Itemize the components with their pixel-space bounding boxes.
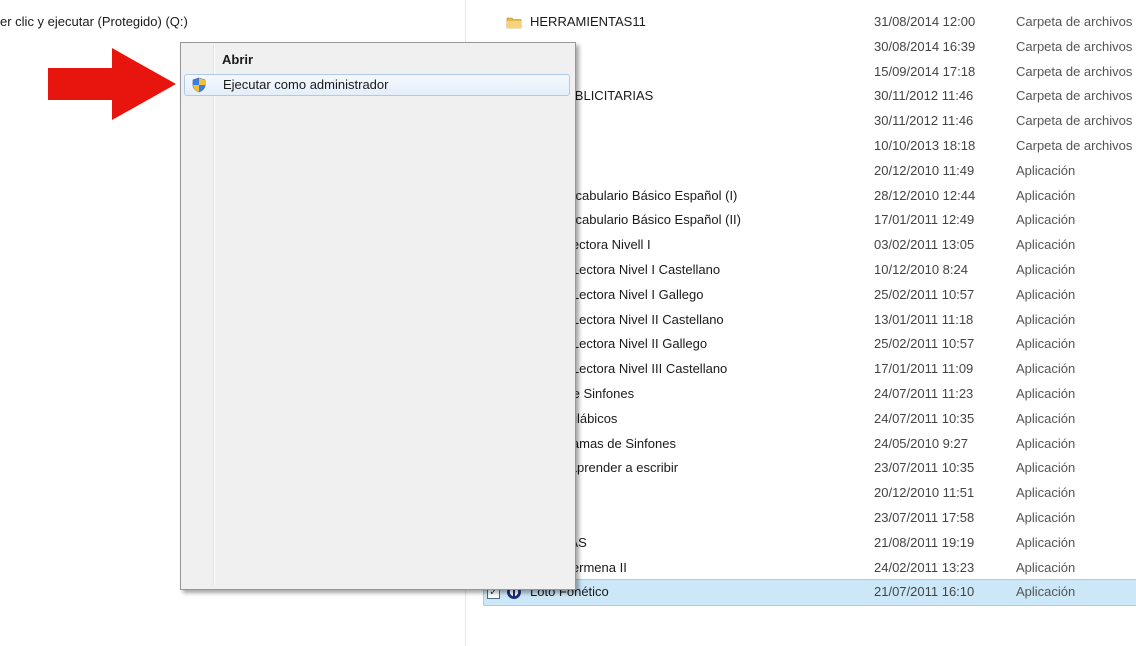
file-row[interactable]: 20/12/2010 11:51 Aplicación — [484, 481, 1136, 506]
file-type: Aplicación — [1016, 237, 1076, 253]
menu-icon-gutter — [213, 45, 215, 585]
file-row[interactable]: ición Vocabulario Básico Español (II) 17/… — [484, 208, 1136, 233]
file-row[interactable]: ✓ Loto Fonético 21/07/2011 16:10 Aplicación — [483, 579, 1136, 607]
file-row[interactable]: s para aprender a escribir 23/07/2011 10:… — [484, 456, 1136, 481]
file-date: 17/01/2011 11:09 — [874, 361, 974, 377]
file-type: Aplicación — [1016, 261, 1076, 277]
file-row[interactable]: ensión Lectora Nivel II Castellano 13/01/… — [484, 308, 1136, 333]
menu-item-label: Abrir — [222, 52, 254, 67]
file-type: Aplicación — [1016, 361, 1076, 377]
file-row[interactable]: ensión Lectora Nivel I Castellano 10/12/2… — [484, 258, 1136, 283]
file-date: 10/12/2010 8:24 — [874, 261, 968, 277]
file-row[interactable]: ensión Lectora Nivel III Castellano 17/01… — [484, 357, 1136, 382]
file-type: Aplicación — [1016, 559, 1076, 575]
file-date: 25/02/2011 10:57 — [874, 286, 975, 302]
file-type: Carpeta de archivos — [1016, 14, 1133, 29]
file-type: Aplicación — [1016, 435, 1076, 451]
file-date: 23/07/2011 17:58 — [874, 509, 975, 525]
file-row[interactable]: ALES15/09/2014 17:18Carpeta de archivos — [484, 60, 1136, 85]
file-type: Carpeta de archivos — [1016, 137, 1133, 153]
file-type: Aplicación — [1016, 162, 1076, 178]
menu-item-abrir[interactable]: Abrir — [184, 49, 570, 71]
uac-shield-icon — [191, 77, 207, 93]
file-row[interactable]: Crucigramas de Sinfones 24/05/2010 9:27 Ap… — [484, 432, 1136, 457]
file-row[interactable]: HERRAMIENTAS11 31/08/2014 12:00 Carpeta de… — [484, 10, 1136, 35]
file-row[interactable]: ición Vocabulario Básico Español (I) 28/1… — [484, 184, 1136, 209]
file-type: Aplicación — [1016, 509, 1076, 525]
file-row[interactable]: ADES10/10/2013 18:18Carpeta de archivos — [484, 134, 1136, 159]
file-date: 24/02/2011 13:23 — [874, 559, 975, 575]
file-date: 17/01/2011 12:49 — [874, 212, 975, 228]
file-date: 30/08/2014 16:39 — [874, 38, 976, 54]
red-arrow-annotation — [48, 48, 178, 120]
file-date: 20/12/2010 11:49 — [874, 162, 975, 178]
file-date: 03/02/2011 13:05 — [874, 237, 975, 253]
file-date: 20/12/2010 11:51 — [874, 485, 975, 501]
file-type: Carpeta de archivos — [1016, 63, 1133, 79]
file-row[interactable]: amas de Sinfones 24/07/2011 11:23 Aplicaci… — [484, 382, 1136, 407]
file-type: Aplicación — [1016, 584, 1076, 600]
file-date: 25/02/2011 10:57 — [874, 336, 975, 352]
file-row[interactable]: ensión Lectora Nivel II Gallego 25/02/201… — [484, 332, 1136, 357]
file-type: Carpeta de archivos — [1016, 88, 1133, 104]
folder-path-title: er clic y ejecutar (Protegido) (Q:) — [0, 14, 188, 29]
file-date: 31/08/2014 12:00 — [874, 14, 976, 29]
file-row[interactable]: DASPUBLICITARIAS 30/11/2012 11:46 Carpeta … — [484, 84, 1136, 109]
file-type: Aplicación — [1016, 212, 1076, 228]
file-date: 24/07/2011 10:35 — [874, 410, 975, 426]
file-date: 24/07/2011 11:23 — [874, 385, 974, 401]
file-row[interactable]: amas Silábicos24/07/2011 10:35Aplicación — [484, 407, 1136, 432]
file-list: HERRAMIENTAS11 31/08/2014 12:00 Carpeta de… — [483, 10, 1136, 607]
file-type: Aplicación — [1016, 286, 1076, 302]
file-date: 13/01/2011 11:18 — [874, 311, 974, 327]
file-date: 28/12/2010 12:44 — [874, 187, 976, 203]
file-name: HERRAMIENTAS11 — [530, 14, 646, 29]
file-row[interactable]: ensió Lectora Nivell I 03/02/2011 13:05 Ap… — [484, 233, 1136, 258]
file-date: 24/05/2010 9:27 — [874, 435, 968, 451]
file-type: Aplicación — [1016, 187, 1076, 203]
file-type: Aplicación — [1016, 460, 1076, 476]
file-type: Carpeta de archivos — [1016, 38, 1133, 54]
file-row[interactable]: aren Ulermena II 24/02/2011 13:23 Aplicaci… — [484, 556, 1136, 581]
file-date: 15/09/2014 17:18 — [874, 63, 976, 79]
file-type: Aplicación — [1016, 336, 1076, 352]
file-type: Aplicación — [1016, 485, 1076, 501]
file-date: 30/11/2012 11:46 — [874, 113, 974, 129]
file-type: Aplicación — [1016, 385, 1076, 401]
file-row[interactable]: MIENTAS21/08/2011 19:19Aplicación — [484, 531, 1136, 556]
file-row[interactable]: zar20/12/2010 11:49Aplicación — [484, 159, 1136, 184]
file-type: Aplicación — [1016, 311, 1076, 327]
file-row[interactable]: T23/07/2011 17:58Aplicación — [484, 506, 1136, 531]
file-type: Aplicación — [1016, 410, 1076, 426]
file-date: 23/07/2011 10:35 — [874, 460, 975, 476]
file-type: Carpeta de archivos — [1016, 113, 1133, 129]
file-row[interactable]: ON1130/08/2014 16:39Carpeta de archivos — [484, 35, 1136, 60]
folder-icon — [506, 14, 522, 30]
file-row[interactable]: ensión Lectora Nivel I Gallego 25/02/2011… — [484, 283, 1136, 308]
menu-item-run-as-admin[interactable]: Ejecutar como administrador — [184, 74, 570, 96]
context-menu: Abrir Ejecutar como administrador — [180, 42, 576, 590]
file-date: 30/11/2012 11:46 — [874, 88, 974, 104]
file-row[interactable]: ES30/11/2012 11:46Carpeta de archivos — [484, 109, 1136, 134]
file-date: 21/08/2011 19:19 — [874, 534, 975, 550]
file-date: 10/10/2013 18:18 — [874, 137, 976, 153]
menu-item-label: Ejecutar como administrador — [223, 77, 389, 92]
file-date: 21/07/2011 16:10 — [874, 584, 975, 600]
file-type: Aplicación — [1016, 534, 1076, 550]
